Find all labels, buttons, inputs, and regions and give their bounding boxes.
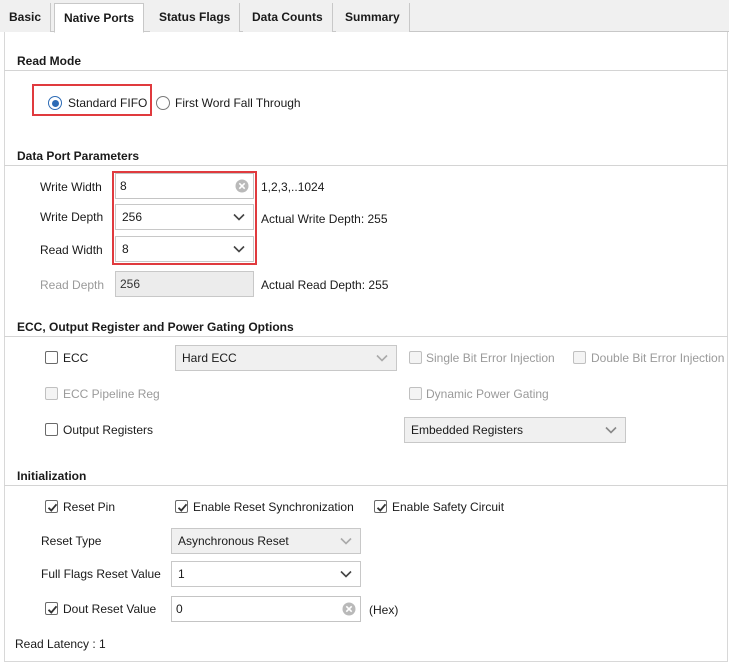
chevron-down-icon (340, 537, 352, 545)
tab-bar: Basic Native Ports Status Flags Data Cou… (0, 0, 729, 33)
checkmark-icon (376, 503, 387, 512)
chevron-down-icon (340, 570, 352, 578)
enable-reset-sync-checkbox[interactable] (175, 500, 188, 513)
reset-type-value: Asynchronous Reset (178, 534, 289, 548)
tab-summary[interactable]: Summary (336, 3, 410, 32)
section-divider (4, 70, 728, 71)
write-width-label: Write Width (40, 180, 102, 194)
ecc-type-select: Hard ECC (175, 345, 397, 371)
read-depth-field: 256 (115, 271, 254, 297)
register-type-select[interactable]: Embedded Registers (404, 417, 626, 443)
checkmark-icon (47, 503, 58, 512)
dout-reset-value: 0 (176, 602, 183, 616)
reset-pin-checkbox[interactable] (45, 500, 58, 513)
read-latency-text: Read Latency : 1 (15, 637, 106, 651)
ecc-type-value: Hard ECC (182, 351, 237, 365)
reset-type-select: Asynchronous Reset (171, 528, 361, 554)
reset-type-label: Reset Type (41, 534, 102, 548)
ecc-pipeline-reg-label: ECC Pipeline Reg (63, 387, 160, 401)
reset-pin-label[interactable]: Reset Pin (63, 500, 115, 514)
section-divider (4, 165, 728, 166)
chevron-down-icon (376, 354, 388, 362)
highlight-box-read-mode (32, 84, 152, 116)
tab-basic[interactable]: Basic (0, 3, 52, 32)
dynamic-power-gating-label: Dynamic Power Gating (426, 387, 549, 401)
enable-reset-sync-label[interactable]: Enable Reset Synchronization (193, 500, 354, 514)
radio-first-word-fall-through[interactable] (156, 96, 170, 110)
read-depth-label: Read Depth (40, 278, 105, 292)
section-divider (4, 485, 728, 486)
section-divider (4, 336, 728, 337)
output-registers-label[interactable]: Output Registers (63, 423, 153, 437)
chevron-down-icon (605, 426, 617, 434)
checkmark-icon (177, 503, 188, 512)
section-title-read-mode: Read Mode (17, 54, 82, 68)
double-bit-error-injection-checkbox (573, 351, 586, 364)
single-bit-error-injection-label: Single Bit Error Injection (426, 351, 555, 365)
full-flags-reset-label: Full Flags Reset Value (41, 567, 161, 581)
full-flags-reset-select[interactable]: 1 (171, 561, 361, 587)
section-title-initialization: Initialization (17, 469, 87, 483)
write-width-hint: 1,2,3,..1024 (261, 180, 325, 194)
read-width-label: Read Width (40, 243, 103, 257)
output-registers-checkbox[interactable] (45, 423, 58, 436)
read-depth-hint: Actual Read Depth: 255 (261, 278, 389, 292)
write-depth-label: Write Depth (40, 210, 104, 224)
full-flags-reset-value: 1 (178, 567, 185, 581)
ecc-label[interactable]: ECC (63, 351, 88, 365)
dynamic-power-gating-checkbox (409, 387, 422, 400)
tab-native-ports[interactable]: Native Ports (54, 3, 145, 33)
double-bit-error-injection-label: Double Bit Error Injection (591, 351, 725, 365)
ecc-checkbox[interactable] (45, 351, 58, 364)
tab-data-counts[interactable]: Data Counts (243, 3, 333, 32)
write-depth-hint: Actual Write Depth: 255 (261, 212, 388, 226)
enable-safety-circuit-checkbox[interactable] (374, 500, 387, 513)
radio-fwft-label[interactable]: First Word Fall Through (175, 96, 301, 110)
clear-icon[interactable] (342, 602, 356, 616)
section-title-data-port: Data Port Parameters (17, 149, 140, 163)
tab-status-flags[interactable]: Status Flags (150, 3, 241, 32)
dout-reset-value-checkbox[interactable] (45, 602, 58, 615)
dout-reset-unit: (Hex) (369, 603, 399, 617)
read-depth-value: 256 (120, 277, 141, 291)
enable-safety-circuit-label[interactable]: Enable Safety Circuit (392, 500, 504, 514)
dout-reset-value-input[interactable]: 0 (171, 596, 361, 622)
ecc-pipeline-reg-checkbox (45, 387, 58, 400)
dout-reset-value-label[interactable]: Dout Reset Value (63, 602, 156, 616)
single-bit-error-injection-checkbox (409, 351, 422, 364)
register-type-value: Embedded Registers (411, 423, 524, 437)
highlight-box-data-port (112, 171, 257, 265)
section-title-ecc: ECC, Output Register and Power Gating Op… (17, 320, 294, 334)
checkmark-icon (47, 605, 58, 614)
